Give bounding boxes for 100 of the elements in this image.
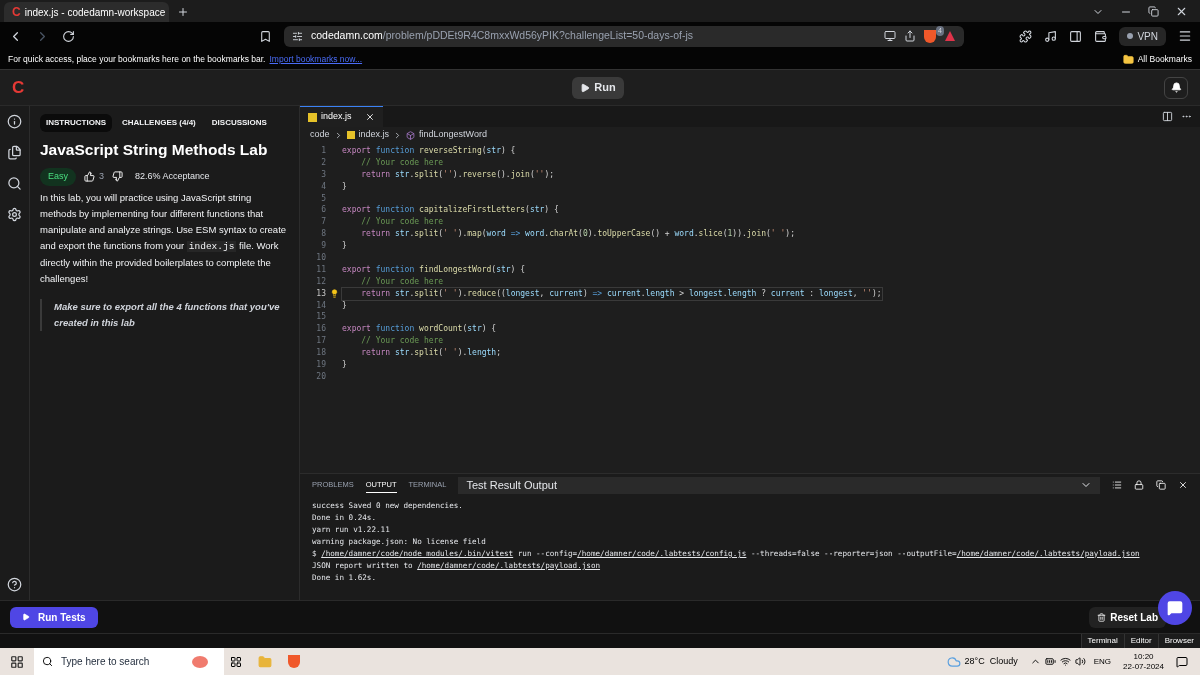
app-logo[interactable]: C bbox=[12, 74, 32, 101]
wifi-icon[interactable] bbox=[1059, 656, 1071, 667]
line-number: 16 bbox=[315, 323, 326, 336]
search-icon bbox=[42, 656, 53, 667]
code-line: // Your code here bbox=[360, 216, 444, 229]
tab-label: index.js bbox=[321, 110, 353, 124]
search-field[interactable]: Type here to search bbox=[34, 648, 224, 675]
run-tests-button[interactable]: Run Tests bbox=[10, 606, 98, 628]
info-icon[interactable] bbox=[7, 114, 22, 129]
thumbs-down-icon[interactable] bbox=[112, 171, 124, 183]
new-tab-icon[interactable] bbox=[177, 6, 189, 18]
line-number: 12 bbox=[315, 275, 326, 288]
thumbs-up-icon[interactable] bbox=[84, 171, 95, 183]
close-icon[interactable] bbox=[1175, 5, 1188, 18]
mode-tab[interactable]: Editor bbox=[1123, 634, 1158, 648]
lab-description: In this lab, you will practice using JavaScript string methods by implementing four different functions that manipulate and analyze strings. Use ESM syntax to create and export the functions from your index.js file. Work directly within the provided boilerplates to complete the challenges! bbox=[40, 190, 288, 286]
all-bookmarks[interactable]: All Bookmarks bbox=[1137, 53, 1192, 66]
extensions-icon[interactable] bbox=[1019, 29, 1033, 43]
run-button[interactable]: Run bbox=[572, 76, 624, 99]
line-number: 17 bbox=[315, 335, 326, 348]
language-indicator[interactable]: ENG bbox=[1093, 655, 1112, 668]
split-editor-icon[interactable] bbox=[1162, 111, 1173, 122]
code-line: } bbox=[342, 299, 347, 312]
code-line: export function reverseString(str) { bbox=[342, 144, 516, 157]
search-placeholder: Type here to search bbox=[61, 655, 150, 669]
play-icon bbox=[580, 82, 591, 93]
note-text: Make sure to export all the 4 functions that you've created in this lab bbox=[54, 299, 281, 330]
reset-lab-button[interactable]: Reset Lab bbox=[1089, 606, 1166, 628]
settings-icon[interactable] bbox=[7, 207, 22, 222]
menu-icon[interactable] bbox=[1178, 29, 1192, 43]
breadcrumb-item[interactable]: code bbox=[310, 128, 330, 142]
browser-icon[interactable] bbox=[288, 655, 300, 668]
clock-time[interactable]: 10:20 bbox=[1133, 651, 1154, 662]
close-icon[interactable] bbox=[365, 112, 375, 122]
battery-icon[interactable] bbox=[1044, 656, 1056, 667]
trash-icon bbox=[1097, 612, 1107, 622]
site-logo: C bbox=[12, 4, 21, 21]
windows-icon[interactable] bbox=[10, 654, 24, 669]
line-number: 1 bbox=[320, 144, 326, 157]
breadcrumb-item[interactable]: index.js bbox=[358, 128, 390, 142]
lightbulb-icon[interactable] bbox=[329, 289, 339, 299]
bell-button[interactable] bbox=[1164, 76, 1188, 99]
lock-icon[interactable] bbox=[1134, 480, 1144, 490]
copy-icon[interactable] bbox=[1156, 480, 1166, 490]
code-line: } bbox=[342, 180, 347, 193]
help-icon[interactable] bbox=[7, 577, 22, 592]
vpn-button[interactable]: VPN bbox=[1119, 26, 1166, 46]
js-file-icon bbox=[308, 112, 317, 122]
wallet-icon[interactable] bbox=[1094, 29, 1108, 43]
cloud-icon bbox=[946, 654, 961, 669]
sidebar-icon[interactable] bbox=[1069, 29, 1083, 43]
volume-icon[interactable] bbox=[1074, 656, 1086, 667]
line-number: 18 bbox=[315, 347, 326, 360]
mode-tab[interactable]: Terminal bbox=[1080, 634, 1124, 648]
output-channel-select[interactable]: Test Result Output bbox=[458, 476, 1100, 494]
line-number: 13 bbox=[315, 287, 326, 300]
folder-icon bbox=[1122, 54, 1134, 65]
mode-tab[interactable]: Browser bbox=[1157, 634, 1200, 648]
line-number: 20 bbox=[315, 370, 326, 383]
line-number: 19 bbox=[315, 359, 326, 371]
install-icon[interactable] bbox=[884, 30, 896, 42]
list-icon[interactable] bbox=[1112, 480, 1122, 490]
notifications-icon[interactable] bbox=[1176, 655, 1188, 668]
line-number: 4 bbox=[320, 180, 326, 193]
difficulty-badge: Easy bbox=[40, 168, 76, 186]
line-number: 8 bbox=[320, 228, 326, 241]
search-icon[interactable] bbox=[7, 176, 22, 191]
import-bookmarks-link[interactable]: Import bookmarks now... bbox=[269, 53, 363, 66]
share-icon[interactable] bbox=[904, 30, 916, 42]
close-icon[interactable] bbox=[1178, 480, 1188, 490]
files-icon[interactable] bbox=[7, 145, 22, 160]
shield-icon[interactable] bbox=[924, 29, 936, 43]
site-settings-icon[interactable] bbox=[292, 30, 303, 42]
code-line: return str.split('').reverse().join(''); bbox=[360, 168, 554, 181]
task-view-icon[interactable] bbox=[230, 655, 242, 668]
code-line: return str.split(' ').reduce((longest, current) => current.length > longest.length ? current : longest, ''); bbox=[342, 287, 882, 300]
bookmark-icon[interactable] bbox=[259, 29, 272, 43]
tab[interactable]: CHALLENGES (4/4) bbox=[116, 114, 202, 132]
triangle-icon[interactable] bbox=[944, 30, 956, 42]
acceptance-rate: 82.6% Acceptance bbox=[135, 170, 210, 183]
code-line: // Your code here bbox=[360, 275, 444, 288]
code-line: } bbox=[342, 240, 347, 253]
tab[interactable]: INSTRUCTIONS bbox=[40, 114, 112, 132]
tab-title: index.js - codedamn-workspace bbox=[24, 5, 166, 20]
vpn-status-icon bbox=[1127, 33, 1134, 39]
restore-icon[interactable] bbox=[1148, 6, 1159, 17]
browser-tab[interactable]: C index.js - codedamn-workspace bbox=[4, 2, 169, 22]
code-line: return str.split(' ').length; bbox=[360, 347, 501, 360]
line-number: 3 bbox=[320, 168, 326, 181]
bell-icon bbox=[1170, 82, 1182, 93]
clock-date[interactable]: 22-07-2024 bbox=[1123, 661, 1164, 672]
code-line: } bbox=[342, 359, 347, 371]
like-count: 3 bbox=[99, 170, 105, 183]
weather-text[interactable]: 28°C Cloudy bbox=[964, 654, 1018, 669]
reload-icon[interactable] bbox=[62, 29, 75, 43]
line-number: 11 bbox=[315, 263, 326, 276]
music-icon[interactable] bbox=[1044, 29, 1058, 43]
breadcrumb-item[interactable]: findLongestWord bbox=[419, 128, 487, 142]
tab[interactable]: DISCUSSIONS bbox=[205, 114, 273, 132]
file-tab[interactable]: index.js bbox=[300, 106, 383, 127]
